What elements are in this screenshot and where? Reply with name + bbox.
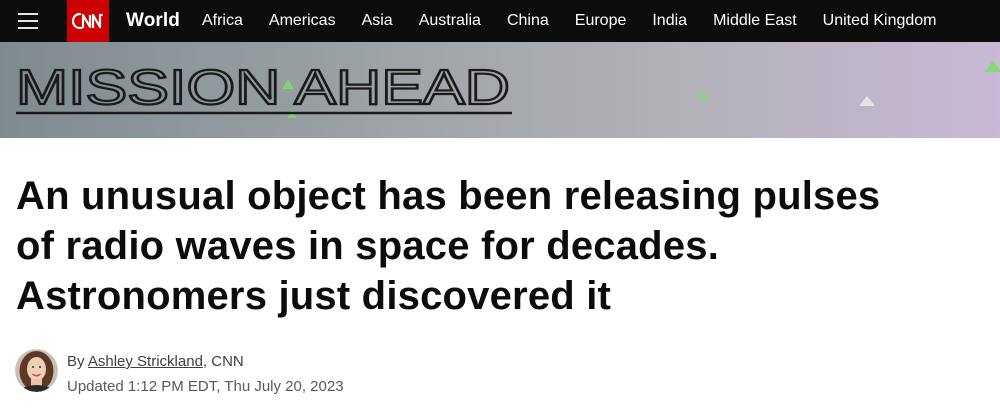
nav-item-europe[interactable]: Europe [575,12,627,30]
byline-suffix: , CNN [202,353,244,370]
nav-item-middle-east[interactable]: Middle East [713,12,797,30]
mission-ahead-banner[interactable]: MISSION AHEAD [0,42,1000,138]
banner-title: MISSION AHEAD [16,61,510,115]
nav-item-united-kingdom[interactable]: United Kingdom [823,12,937,30]
byline-author-row: By Ashley Strickland, CNN [67,351,344,372]
top-navigation: World Africa Americas Asia Australia Chi… [0,0,1000,42]
triangle-icon [698,91,708,99]
nav-item-africa[interactable]: Africa [202,12,243,30]
cnn-logo[interactable] [67,0,109,42]
nav-items: Africa Americas Asia Australia China Eur… [202,12,937,30]
headline-line: An unusual object has been releasing pul… [16,174,881,218]
nav-item-asia[interactable]: Asia [362,12,393,30]
byline-prefix: By [67,353,85,370]
cnn-logo-mark [71,12,103,30]
nav-item-australia[interactable]: Australia [419,12,481,30]
updated-timestamp: Updated 1:12 PM EDT, Thu July 20, 2023 [67,378,344,395]
author-link[interactable]: Ashley Strickland [88,353,203,370]
banner-artwork: MISSION AHEAD [15,60,1000,118]
nav-item-americas[interactable]: Americas [269,12,336,30]
headline-line: of radio waves in space for decades. [16,224,720,268]
triangle-icon [985,60,1000,72]
byline: By Ashley Strickland, CNN Updated 1:12 P… [15,349,344,397]
author-avatar-image [15,349,58,392]
section-title-world[interactable]: World [126,10,180,32]
nav-item-china[interactable]: China [507,12,549,30]
nav-item-india[interactable]: India [652,12,687,30]
author-avatar[interactable] [15,349,58,392]
triangle-icon [859,96,875,106]
article-headline: An unusual object has been releasing pul… [16,171,1000,321]
headline-line: Astronomers just discovered it [16,274,612,318]
byline-text: By Ashley Strickland, CNN Updated 1:12 P… [67,351,344,397]
menu-icon[interactable] [0,0,56,42]
